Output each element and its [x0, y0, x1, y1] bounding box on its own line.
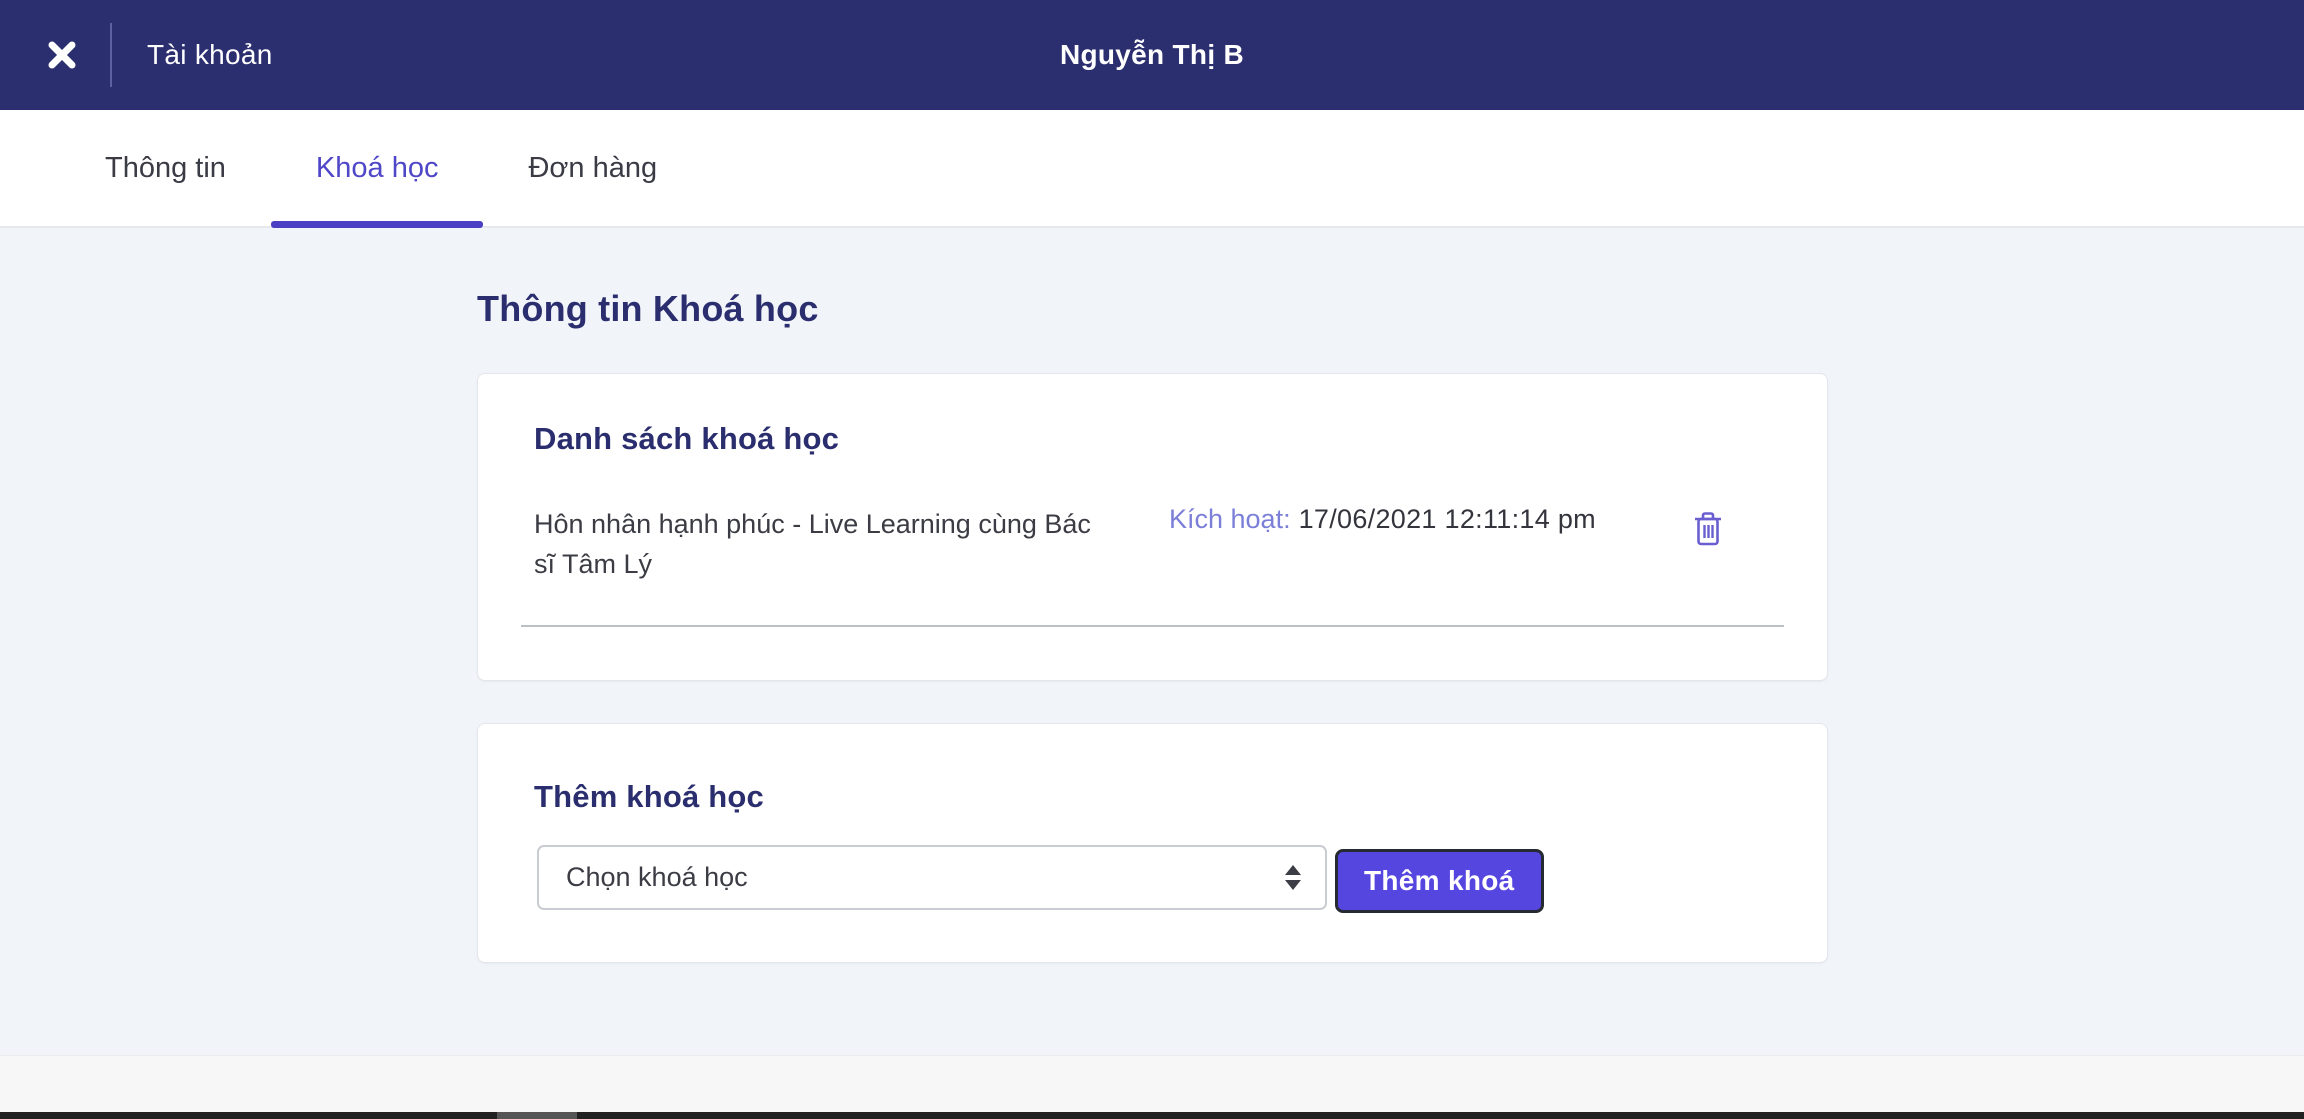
course-row-divider [521, 625, 1784, 627]
add-course-button[interactable]: Thêm khoá [1335, 849, 1544, 913]
tab-bar: Thông tin Khoá học Đơn hàng [0, 110, 2304, 228]
trash-icon [1693, 511, 1723, 547]
header-bar: Tài khoản Nguyễn Thị B [0, 0, 2304, 110]
horizontal-scrollbar-track[interactable] [0, 1112, 2304, 1119]
add-course-card: Thêm khoá học Chọn khoá học Thêm khoá [477, 723, 1828, 963]
account-modal-screen: Tài khoản Nguyễn Thị B Thông tin Khoá họ… [0, 0, 2304, 1119]
course-select[interactable]: Chọn khoá học [537, 845, 1327, 910]
course-select-value: Chọn khoá học [566, 862, 1285, 893]
course-name: Hôn nhân hạnh phúc - Live Learning cùng … [534, 504, 1114, 584]
page-title: Thông tin Khoá học [477, 288, 819, 330]
add-course-card-title: Thêm khoá học [534, 779, 764, 815]
tab-don-hang[interactable]: Đơn hàng [483, 110, 702, 226]
lower-background-strip [0, 1055, 2304, 1112]
header-username: Nguyễn Thị B [0, 0, 2304, 110]
activation-label: Kích hoạt: [1169, 504, 1291, 534]
tab-thong-tin[interactable]: Thông tin [60, 110, 271, 226]
select-stepper-icon [1285, 865, 1301, 890]
course-activation: Kích hoạt: 17/06/2021 12:11:14 pm [1169, 504, 1596, 535]
delete-course-button[interactable] [1686, 507, 1730, 551]
activation-time: 17/06/2021 12:11:14 pm [1299, 504, 1596, 534]
horizontal-scrollbar-thumb[interactable] [497, 1112, 577, 1119]
tab-khoa-hoc[interactable]: Khoá học [271, 110, 484, 226]
course-list-card-title: Danh sách khoá học [534, 421, 839, 457]
course-list-card: Danh sách khoá học Hôn nhân hạnh phúc - … [477, 373, 1828, 681]
